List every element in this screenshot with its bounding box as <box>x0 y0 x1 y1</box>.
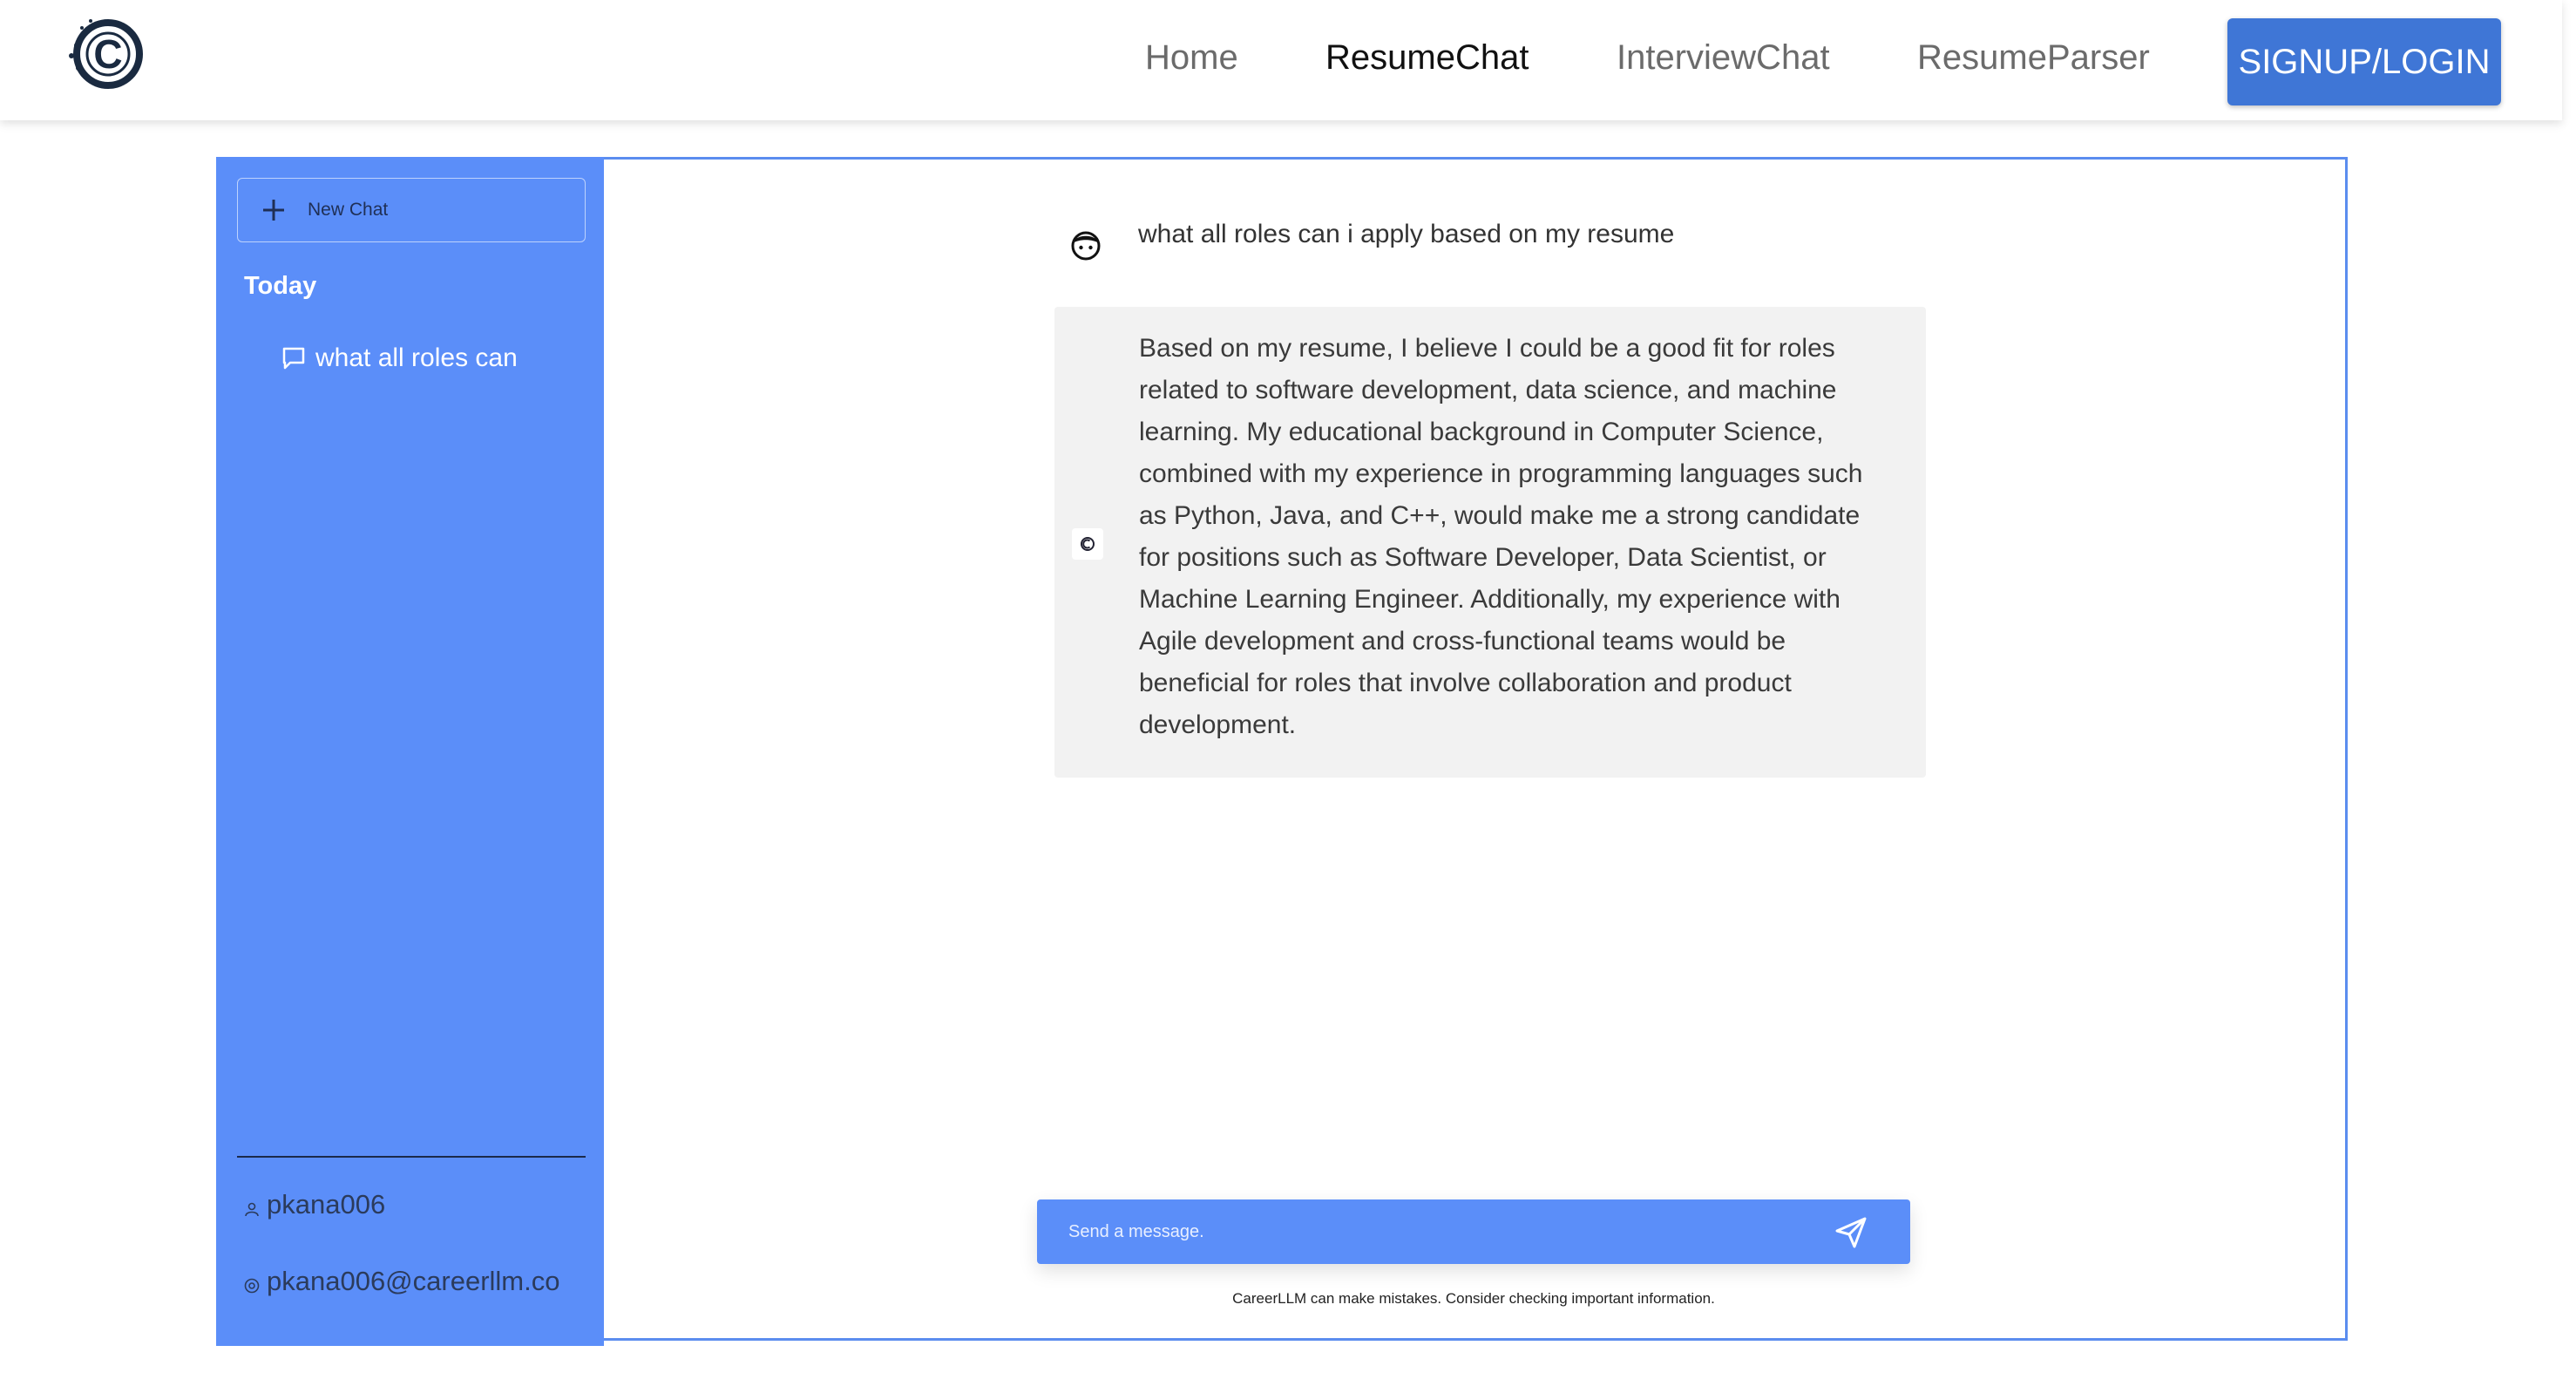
new-chat-button[interactable]: New Chat <box>237 178 586 242</box>
nav-resume-parser[interactable]: ResumeParser <box>1917 38 2150 78</box>
user-icon <box>245 1202 259 1217</box>
signup-login-button[interactable]: SIGNUP/LOGIN <box>2227 18 2501 105</box>
nav-resume-chat[interactable]: ResumeChat <box>1325 38 1529 78</box>
history-item[interactable]: what all roles can <box>281 343 518 373</box>
bot-avatar-icon <box>1072 528 1103 560</box>
careerllm-logo-icon[interactable]: C <box>64 10 159 98</box>
sidebar: New Chat Today what all roles can pkana0… <box>216 157 604 1346</box>
message-composer <box>1037 1199 1910 1264</box>
disclaimer-text: CareerLLM can make mistakes. Consider ch… <box>1232 1290 1715 1307</box>
section-today-heading: Today <box>244 272 317 300</box>
message-input[interactable] <box>1068 1199 1818 1264</box>
nav-interview-chat[interactable]: InterviewChat <box>1617 38 1830 78</box>
chat-bubble-icon <box>282 347 305 370</box>
at-icon <box>244 1278 260 1294</box>
assistant-message-text: Based on my resume, I believe I could be… <box>1139 334 1863 739</box>
new-chat-label: New Chat <box>308 200 389 220</box>
user-avatar-icon <box>1071 231 1101 261</box>
send-icon[interactable] <box>1832 1213 1870 1252</box>
user-message-text: what all roles can i apply based on my r… <box>1138 220 1675 248</box>
top-navbar: C Home ResumeChat InterviewChat ResumePa… <box>0 0 2562 120</box>
history-item-label: what all roles can <box>315 343 518 372</box>
user-name-row: pkana006 <box>244 1189 385 1220</box>
sidebar-divider <box>237 1156 586 1158</box>
assistant-message: Based on my resume, I believe I could be… <box>1054 307 1926 778</box>
user-email-row: pkana006@careerllm.co <box>244 1266 559 1297</box>
user-email: pkana006@careerllm.co <box>267 1266 560 1296</box>
nav-home[interactable]: Home <box>1145 38 1238 78</box>
username: pkana006 <box>267 1189 386 1220</box>
plus-icon <box>263 200 284 221</box>
user-message: what all roles can i apply based on my r… <box>1054 213 1926 262</box>
logo-letter: C <box>93 31 122 77</box>
